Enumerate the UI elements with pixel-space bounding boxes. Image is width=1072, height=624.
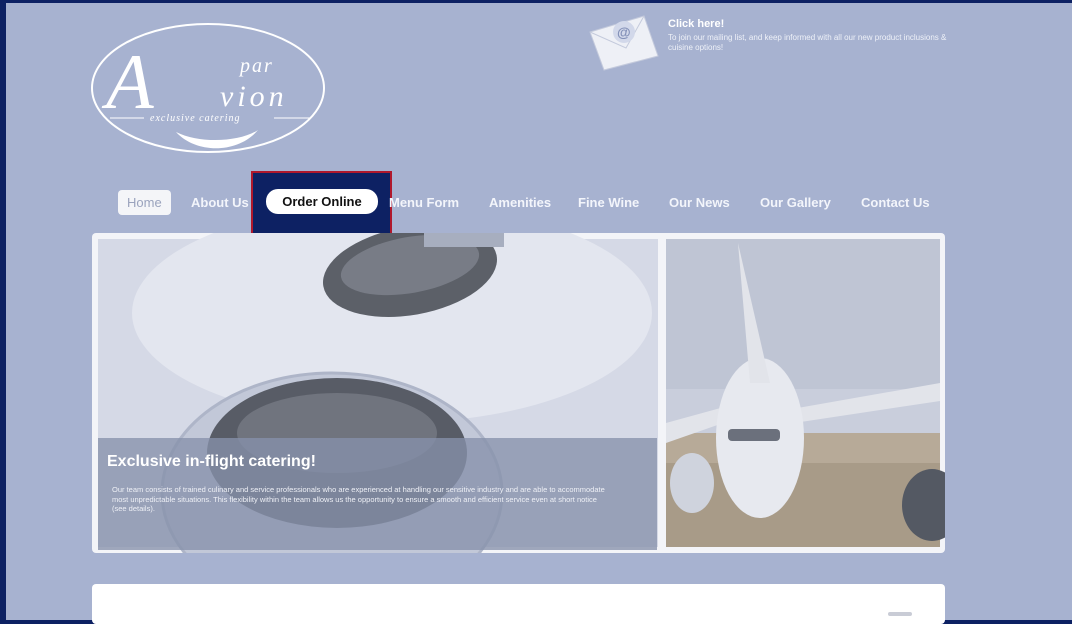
- nav-our-gallery[interactable]: Our Gallery: [760, 189, 831, 216]
- logo-graphic: A par vion exclusive catering: [91, 23, 325, 153]
- mailing-description: To join our mailing list, and keep infor…: [668, 33, 947, 52]
- nav-order-online[interactable]: Order Online: [266, 189, 378, 214]
- feather-icon: [176, 130, 258, 149]
- logo-script-letter: A: [101, 38, 154, 125]
- nav-amenities[interactable]: Amenities: [489, 189, 551, 216]
- logo-tagline: exclusive catering: [150, 113, 240, 124]
- logo-par-text: par: [238, 55, 274, 77]
- nav-menu-form[interactable]: Menu Form: [389, 189, 459, 216]
- mailing-title[interactable]: Click here!: [668, 18, 724, 30]
- caption-text: Our team consists of trained culinary an…: [112, 485, 605, 513]
- nav-contact-us[interactable]: Contact Us: [861, 189, 930, 216]
- nav-about-us[interactable]: About Us: [191, 189, 249, 216]
- logo-vion-text: vion: [220, 80, 288, 113]
- logo[interactable]: A par vion exclusive catering: [88, 20, 328, 156]
- hero-slideshow: Exclusive in-flight catering! Our team c…: [92, 233, 945, 553]
- caption-title: Exclusive in-flight catering!: [107, 453, 316, 470]
- content-panel: [92, 584, 945, 624]
- nav-our-news[interactable]: Our News: [669, 189, 730, 216]
- mailing-list-promo[interactable]: @ Click here! To join our mailing list, …: [586, 8, 946, 72]
- nav-home[interactable]: Home: [118, 190, 171, 215]
- svg-text:@: @: [617, 24, 631, 40]
- hero-caption: Exclusive in-flight catering! Our team c…: [98, 438, 657, 550]
- more-link-indicator[interactable]: [888, 612, 912, 616]
- main-nav: Home About Us Menu Form Amenities Fine W…: [113, 189, 948, 217]
- envelope-at-icon[interactable]: @: [586, 10, 662, 72]
- nav-fine-wine[interactable]: Fine Wine: [578, 189, 639, 216]
